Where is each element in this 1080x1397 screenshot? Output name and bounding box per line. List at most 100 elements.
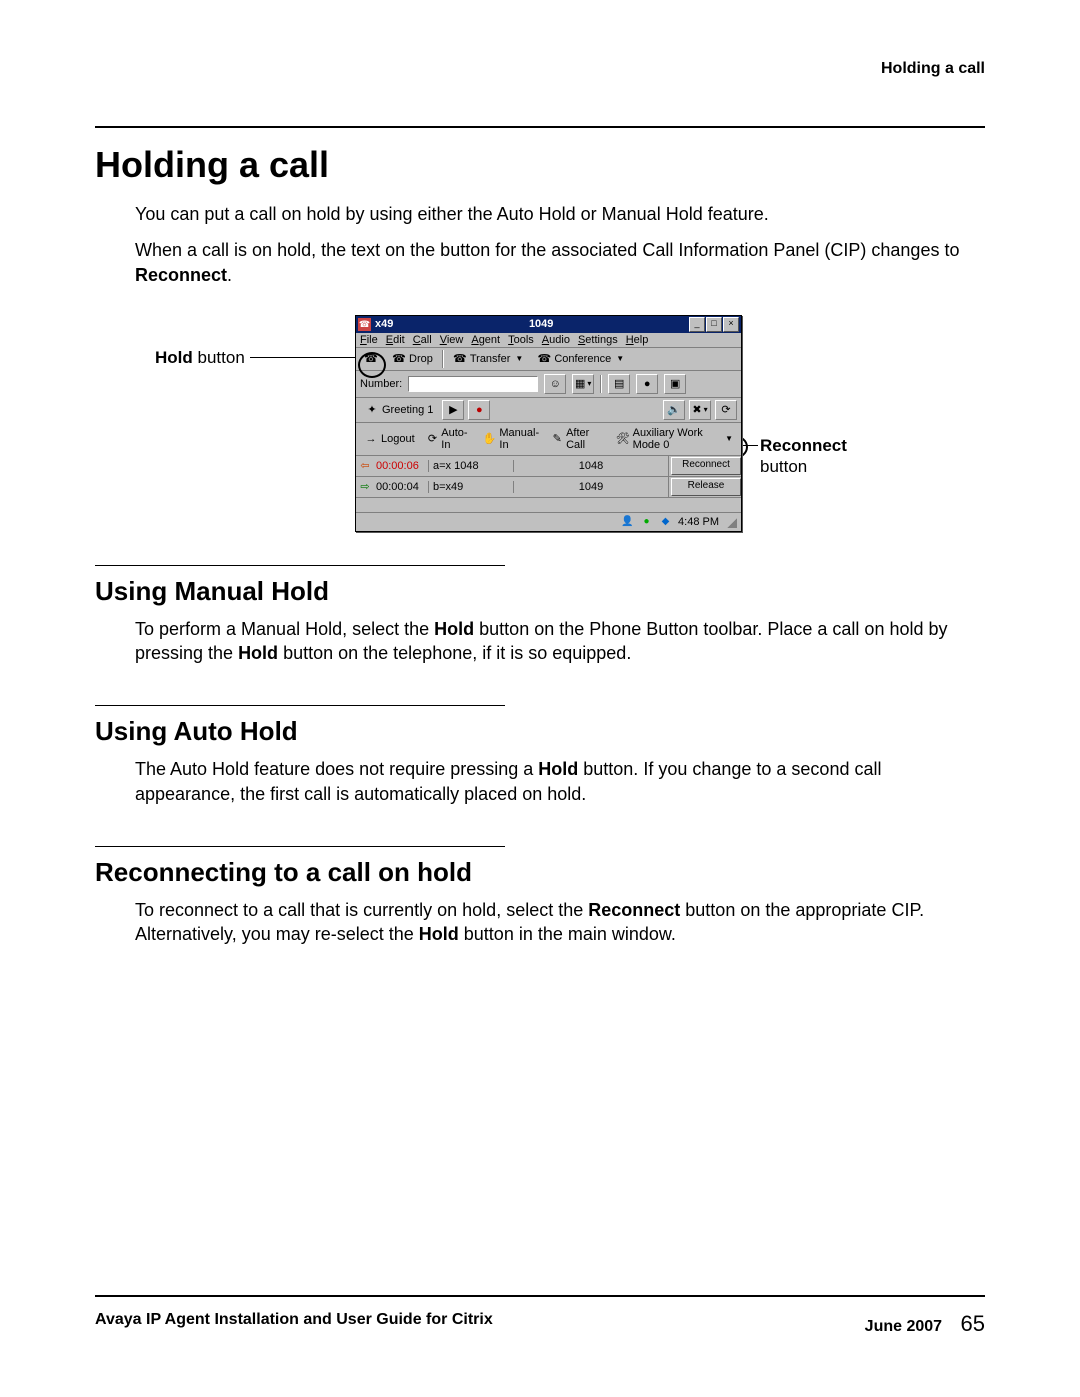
menu-view[interactable]: View bbox=[440, 334, 464, 346]
ah-a: The Auto Hold feature does not require p… bbox=[135, 759, 538, 779]
cip1-hold-icon: ⇦ bbox=[356, 459, 374, 472]
vol-icon: 🔊 bbox=[667, 403, 681, 416]
conference-icon: ☎ bbox=[537, 352, 551, 366]
greeting-row: ✦Greeting 1 ▶ ● 🔊 ✖▾ ⟳ bbox=[356, 398, 741, 423]
history-button[interactable]: ● bbox=[636, 374, 658, 394]
maximize-button[interactable]: □ bbox=[706, 317, 722, 332]
callout-hold-line bbox=[250, 357, 358, 358]
manualin-icon: ✋ bbox=[483, 432, 497, 446]
dialpad-dd-icon[interactable]: ▾ bbox=[585, 379, 591, 388]
drop-button[interactable]: ☎Drop bbox=[387, 350, 438, 368]
autoin-button[interactable]: ⟳Auto-In bbox=[423, 425, 475, 453]
cip1-number: 1048 bbox=[513, 460, 668, 472]
transfer-label: Transfer bbox=[470, 353, 511, 365]
manualin-label: Manual-In bbox=[499, 427, 539, 451]
transfer-icon: ☎ bbox=[453, 352, 467, 366]
resize-grip[interactable] bbox=[725, 516, 737, 528]
para-manual-hold: To perform a Manual Hold, select the Hol… bbox=[135, 617, 985, 666]
auxwork-button[interactable]: 🛠Auxiliary Work Mode 0▼ bbox=[612, 425, 737, 453]
transfer-button[interactable]: ☎Transfer▼ bbox=[448, 350, 528, 368]
intro-2a: When a call is on hold, the text on the … bbox=[135, 240, 959, 260]
menu-settings[interactable]: Settings bbox=[578, 334, 618, 346]
rc-e: button in the main window. bbox=[459, 924, 676, 944]
footer-date: June 2007 bbox=[865, 1318, 942, 1335]
record-button[interactable]: ● bbox=[468, 400, 490, 420]
conference-label: Conference bbox=[554, 353, 611, 365]
number-input[interactable] bbox=[408, 376, 538, 392]
cip2-release-button[interactable]: Release bbox=[671, 478, 741, 496]
callout-hold-rest: button bbox=[193, 348, 245, 367]
greeting-icon: ✦ bbox=[365, 403, 379, 417]
title-center: 1049 bbox=[393, 318, 689, 330]
agent-toolbar: →Logout ⟳Auto-In ✋Manual-In ✎After Call … bbox=[356, 423, 741, 456]
auxwork-dd-icon[interactable]: ▼ bbox=[723, 434, 733, 443]
minimize-button[interactable]: _ bbox=[689, 317, 705, 332]
close-button[interactable]: × bbox=[723, 317, 739, 332]
menu-help[interactable]: Help bbox=[626, 334, 649, 346]
cip1-time: 00:00:06 bbox=[374, 460, 428, 472]
menu-call[interactable]: Call bbox=[413, 334, 432, 346]
refresh-icon: ⟳ bbox=[721, 403, 730, 416]
menu-file[interactable]: File bbox=[360, 334, 378, 346]
auxwork-icon: 🛠 bbox=[616, 432, 630, 446]
mute-dd-icon[interactable]: ▾ bbox=[702, 405, 708, 414]
greeting-select[interactable]: ✦Greeting 1 bbox=[360, 401, 438, 419]
dialpad-button[interactable]: ▦▾ bbox=[572, 374, 594, 394]
rc-b: Reconnect bbox=[588, 900, 680, 920]
blank-bar bbox=[356, 498, 741, 513]
num-sep bbox=[600, 375, 602, 393]
play-button[interactable]: ▶ bbox=[442, 400, 464, 420]
status-net-icon: ◆ bbox=[659, 515, 672, 528]
manualin-button[interactable]: ✋Manual-In bbox=[479, 425, 544, 453]
transfer-dropdown-icon[interactable]: ▼ bbox=[513, 354, 523, 363]
logout-button[interactable]: →Logout bbox=[360, 430, 419, 448]
dial-icon: ☺ bbox=[550, 378, 561, 390]
app-window: ☎ x49 1049 _ □ × File Edit Call View Age… bbox=[355, 315, 742, 532]
menubar: File Edit Call View Agent Tools Audio Se… bbox=[356, 333, 741, 348]
directory-button[interactable]: ▤ bbox=[608, 374, 630, 394]
rule-auto bbox=[95, 705, 505, 706]
app-icon: ☎ bbox=[358, 318, 371, 331]
vol-button[interactable]: 🔊 bbox=[663, 400, 685, 420]
play-icon: ▶ bbox=[449, 403, 457, 416]
menu-tools[interactable]: Tools bbox=[508, 334, 534, 346]
dial-button[interactable]: ☺ bbox=[544, 374, 566, 394]
ah-b: Hold bbox=[538, 759, 578, 779]
toolbar-sep-1 bbox=[442, 350, 444, 368]
status-time: 4:48 PM bbox=[678, 516, 719, 528]
cip-row-1: ⇦ 00:00:06 a=x 1048 1048 Reconnect bbox=[356, 456, 741, 477]
autoin-label: Auto-In bbox=[441, 427, 470, 451]
menu-agent[interactable]: Agent bbox=[471, 334, 500, 346]
para-reconnect: To reconnect to a call that is currently… bbox=[135, 898, 985, 947]
callout-hold: Hold button bbox=[155, 348, 245, 368]
refresh-button[interactable]: ⟳ bbox=[715, 400, 737, 420]
intro-2b: Reconnect bbox=[135, 265, 227, 285]
cip1-reconnect-button[interactable]: Reconnect bbox=[671, 457, 741, 475]
cip1-info: a=x 1048 bbox=[428, 460, 513, 472]
menu-edit[interactable]: Edit bbox=[386, 334, 405, 346]
conference-dropdown-icon[interactable]: ▼ bbox=[614, 354, 624, 363]
rc-a: To reconnect to a call that is currently… bbox=[135, 900, 588, 920]
figure-holding-call: Hold button Reconnect button ☎ x49 1049 … bbox=[135, 315, 985, 525]
status-ready-icon: ● bbox=[640, 515, 653, 528]
footer-title: Avaya IP Agent Installation and User Gui… bbox=[95, 1311, 493, 1337]
aftercall-button[interactable]: ✎After Call bbox=[547, 425, 607, 453]
menu-audio[interactable]: Audio bbox=[542, 334, 570, 346]
cip2-number: 1049 bbox=[513, 481, 668, 493]
autoin-icon: ⟳ bbox=[427, 432, 439, 446]
mh-a: To perform a Manual Hold, select the bbox=[135, 619, 434, 639]
hold-icon: ☎ bbox=[364, 352, 378, 366]
para-auto-hold: The Auto Hold feature does not require p… bbox=[135, 757, 985, 806]
conference-button[interactable]: ☎Conference▼ bbox=[532, 350, 629, 368]
rc-d: Hold bbox=[419, 924, 459, 944]
drop-icon: ☎ bbox=[392, 352, 406, 366]
misc-icon: ▣ bbox=[670, 377, 680, 390]
rule-manual bbox=[95, 565, 505, 566]
heading-auto-hold: Using Auto Hold bbox=[95, 716, 985, 747]
number-label: Number: bbox=[360, 378, 402, 390]
mute-button[interactable]: ✖▾ bbox=[689, 400, 711, 420]
cip2-active-icon: ⇨ bbox=[356, 480, 374, 493]
hold-button[interactable]: ☎ bbox=[359, 350, 383, 368]
misc-button[interactable]: ▣ bbox=[664, 374, 686, 394]
record-icon: ● bbox=[476, 404, 483, 416]
